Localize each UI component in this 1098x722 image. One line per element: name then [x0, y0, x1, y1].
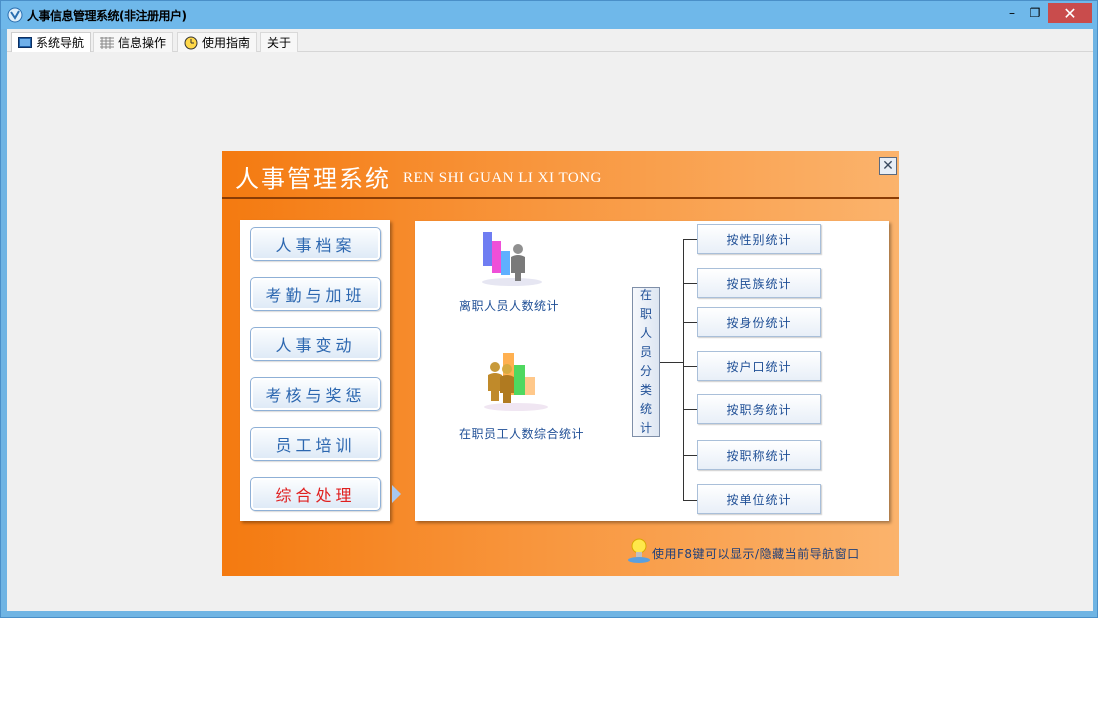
- tab-system-nav[interactable]: 系统导航: [11, 32, 92, 52]
- grid-icon: [100, 36, 114, 49]
- connector-line: [683, 239, 684, 501]
- employed-classification-label: 在 职 人 员 分 类 统 计: [632, 287, 660, 437]
- connector-line: [683, 283, 697, 284]
- resigned-count-stat-link[interactable]: 离职人员人数统计: [459, 297, 559, 314]
- vertical-char: 统: [639, 402, 652, 416]
- menu-item-personnel-changes[interactable]: 人事变动: [250, 327, 381, 361]
- stat-by-title-button[interactable]: 按职称统计: [697, 440, 821, 470]
- clock-icon: [184, 36, 198, 49]
- connector-line: [683, 500, 697, 501]
- client-area: 系统导航 信息操作 使用指南 关于 人事管理系统 REN SHI GUAN LI…: [7, 29, 1093, 611]
- vertical-char: 类: [639, 383, 652, 397]
- bar-chart-person-icon[interactable]: [477, 229, 547, 287]
- menu-item-employee-training[interactable]: 员工培训: [250, 427, 381, 461]
- stat-by-identity-button[interactable]: 按身份统计: [697, 307, 821, 337]
- window-title: 人事信息管理系统(非注册用户): [27, 9, 187, 23]
- connector-line: [683, 239, 697, 240]
- panel-subtitle: REN SHI GUAN LI XI TONG: [403, 170, 602, 186]
- content-area: 离职人员人数统计 在职员工人数综合统计 在 职 人 员 分 类 统 计 按性别统…: [415, 221, 889, 521]
- tab-info-operation[interactable]: 信息操作: [93, 32, 174, 52]
- lightbulb-icon: [628, 538, 650, 563]
- vertical-char: 员: [639, 345, 652, 359]
- minimize-button[interactable]: –: [1001, 3, 1023, 23]
- stat-by-household-button[interactable]: 按户口统计: [697, 351, 821, 381]
- tab-label: 系统导航: [36, 36, 85, 50]
- panel-close-button[interactable]: ✕: [879, 157, 897, 175]
- menu-item-comprehensive[interactable]: 综合处理: [250, 477, 381, 511]
- connector-line: [683, 322, 697, 323]
- vertical-char: 计: [639, 421, 652, 435]
- vertical-char: 职: [639, 307, 652, 321]
- stat-by-gender-button[interactable]: 按性别统计: [697, 224, 821, 254]
- tab-label: 关于: [267, 36, 292, 50]
- navigation-panel: 人事管理系统 REN SHI GUAN LI XI TONG ✕ 人事档案 考勤…: [222, 151, 899, 576]
- hint-text: 使用F8键可以显示/隐藏当前导航窗口: [652, 547, 860, 561]
- connector-line: [660, 362, 683, 363]
- maximize-button[interactable]: ❐: [1023, 3, 1047, 23]
- employed-count-stat-link[interactable]: 在职员工人数综合统计: [459, 425, 584, 442]
- module-menu: 人事档案 考勤与加班 人事变动 考核与奖惩 员工培训 综合处理: [240, 220, 390, 521]
- panel-header: 人事管理系统 REN SHI GUAN LI XI TONG ✕: [222, 151, 899, 199]
- main-window: 人事信息管理系统(非注册用户) – ❐ ✕ 系统导航 信息操作 使用指南 关于 …: [0, 0, 1098, 618]
- connector-line: [683, 409, 697, 410]
- menu-item-personnel-files[interactable]: 人事档案: [250, 227, 381, 261]
- monitor-icon: [18, 36, 32, 48]
- bar-chart-group-icon[interactable]: [479, 347, 553, 413]
- active-menu-arrow-icon: [392, 485, 401, 503]
- menu-item-assessment-rewards[interactable]: 考核与奖惩: [250, 377, 381, 411]
- stat-by-ethnicity-button[interactable]: 按民族统计: [697, 268, 821, 298]
- hint-bar: 使用F8键可以显示/隐藏当前导航窗口: [622, 536, 882, 566]
- connector-line: [683, 455, 697, 456]
- stat-by-unit-button[interactable]: 按单位统计: [697, 484, 821, 514]
- menu-item-attendance-overtime[interactable]: 考勤与加班: [250, 277, 381, 311]
- app-icon: [7, 7, 23, 23]
- tab-user-guide[interactable]: 使用指南: [177, 32, 258, 52]
- tab-about[interactable]: 关于: [260, 32, 299, 52]
- connector-line: [683, 366, 697, 367]
- stat-by-position-button[interactable]: 按职务统计: [697, 394, 821, 424]
- tab-label: 信息操作: [118, 36, 167, 50]
- title-bar[interactable]: 人事信息管理系统(非注册用户) – ❐ ✕: [1, 1, 1097, 29]
- panel-title: 人事管理系统: [235, 165, 391, 193]
- vertical-char: 人: [639, 326, 652, 340]
- vertical-char: 分: [639, 364, 652, 378]
- tab-bar: 系统导航 信息操作 使用指南 关于: [7, 29, 1093, 52]
- close-button[interactable]: ✕: [1048, 3, 1092, 23]
- tab-label: 使用指南: [202, 36, 251, 50]
- vertical-char: 在: [639, 288, 652, 302]
